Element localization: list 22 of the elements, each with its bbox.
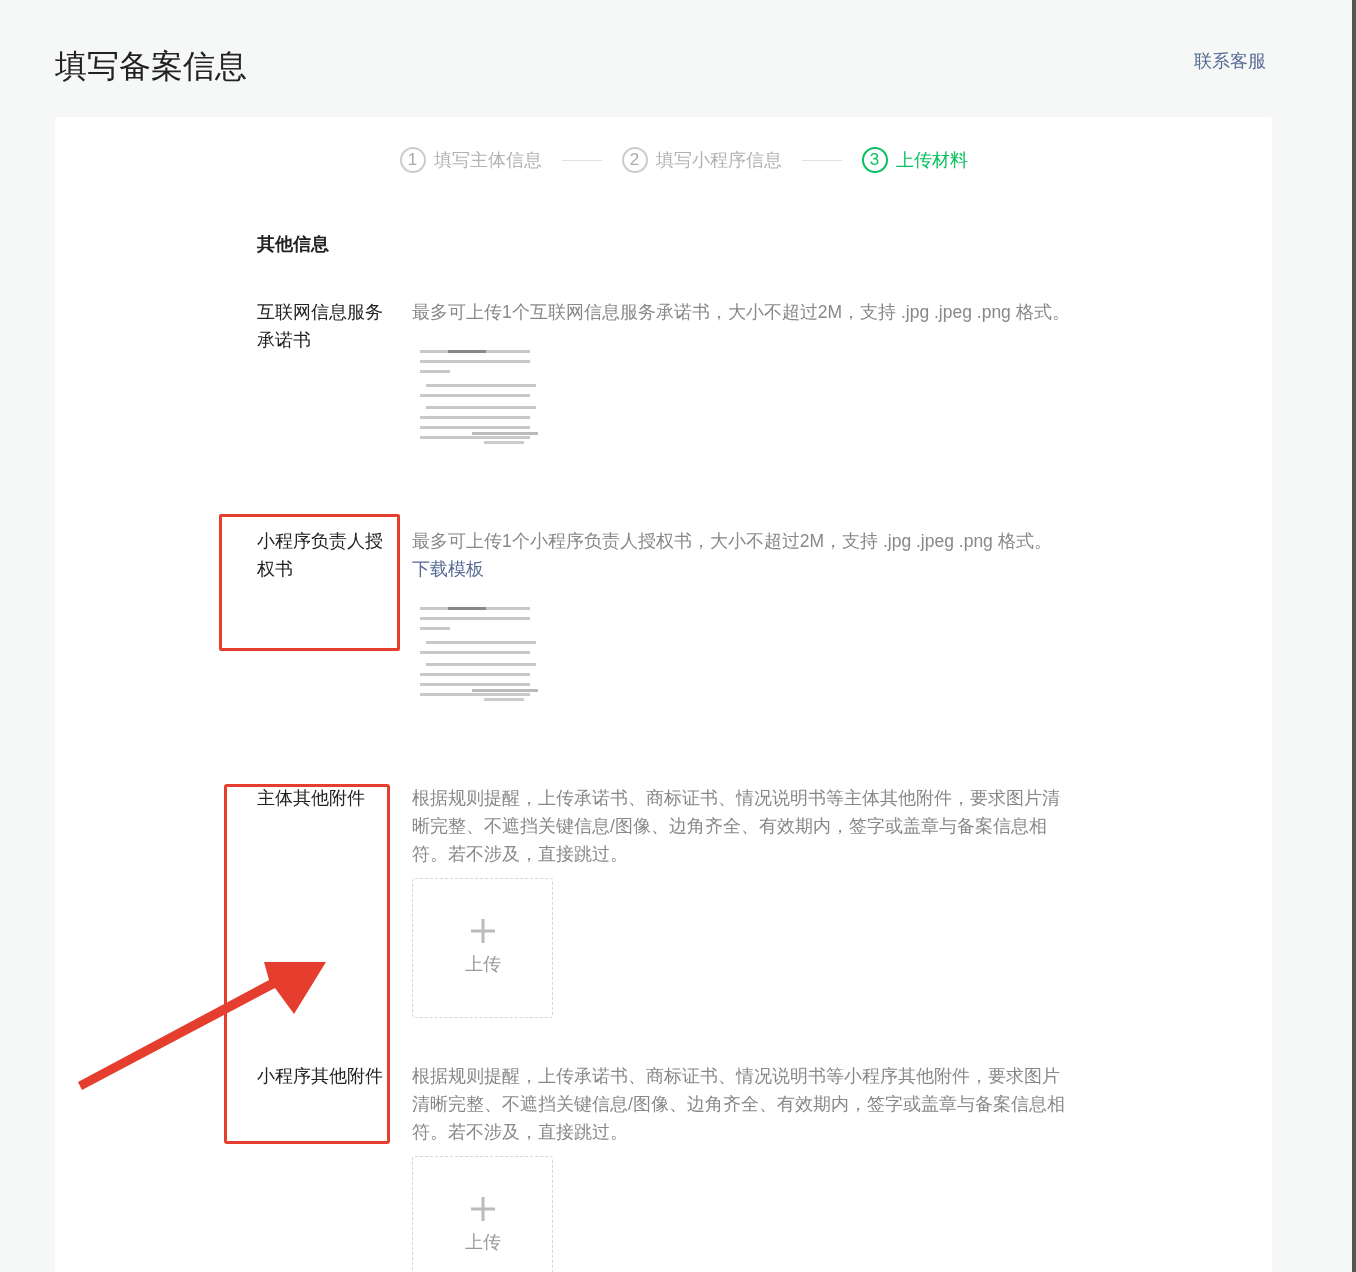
field-label: 主体其他附件 xyxy=(257,787,366,810)
field-label: 小程序其他附件 xyxy=(257,1065,384,1088)
step-number: 3 xyxy=(861,147,888,173)
field-label: 小程序负责人授权书 xyxy=(257,530,384,581)
field-description: 最多可上传1个小程序负责人授权书，大小不超过2M，支持 .jpg .jpeg .png 格式。 xyxy=(412,530,1053,553)
plus-icon xyxy=(470,918,495,943)
step-number: 2 xyxy=(621,147,648,173)
section-title: 其他信息 xyxy=(257,233,330,256)
download-template-link[interactable]: 下载模板 xyxy=(412,555,484,583)
field-description: 根据规则提醒，上传承诺书、商标证书、情况说明书等主体其他附件，要求图片清晰完整、不遮挡关键信息/图像、边角齐全、有效期内，签字或盖章与备案信息相符。若不涉及，直接跳过。 xyxy=(412,787,1061,866)
field-description: 根据规则提醒，上传承诺书、商标证书、情况说明书等小程序其他附件，要求图片清晰完整、不遮挡关键信息/图像、边角齐全、有效期内，签字或盖章与备案信息相符。若不涉及，直接跳过。 xyxy=(412,1065,1066,1144)
step-number: 1 xyxy=(399,147,426,173)
contact-link[interactable]: 联系客服 xyxy=(1194,48,1266,75)
field-description: 最多可上传1个互联网信息服务承诺书，大小不超过2M，支持 .jpg .jpeg .png 格式。 xyxy=(412,301,1071,324)
step-label: 填写小程序信息 xyxy=(655,148,782,172)
plus-icon xyxy=(470,1196,495,1221)
step-label: 上传材料 xyxy=(895,148,968,172)
step-label: 填写主体信息 xyxy=(433,148,542,172)
page-title: 填写备案信息 xyxy=(55,47,247,86)
upload-button[interactable]: 上传 xyxy=(412,878,553,1018)
field-label: 互联网信息服务承诺书 xyxy=(257,301,384,352)
upload-button[interactable]: 上传 xyxy=(412,1156,553,1272)
